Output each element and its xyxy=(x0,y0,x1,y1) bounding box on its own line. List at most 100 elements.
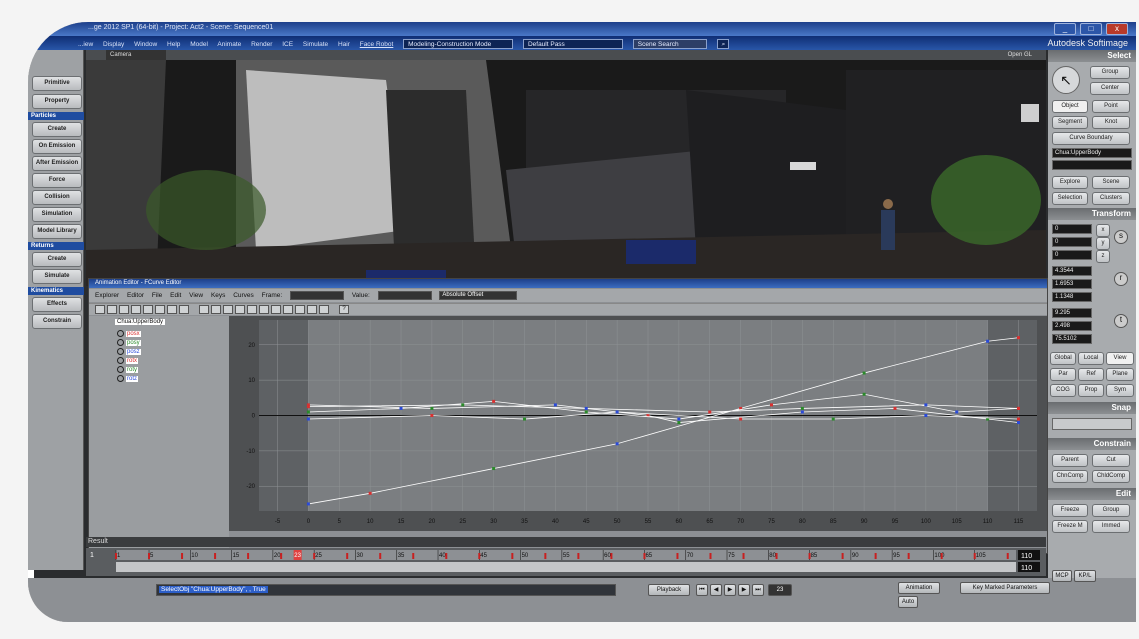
curve-tool-icon-16[interactable] xyxy=(283,305,293,314)
axis-x-button[interactable]: x xyxy=(1096,224,1110,237)
minimize-button[interactable]: _ xyxy=(1054,23,1076,35)
rotate-icon[interactable]: r xyxy=(1114,272,1128,286)
key-marked-button[interactable]: Key Marked Parameters xyxy=(960,582,1050,594)
curve-tool-icon-7[interactable] xyxy=(167,305,177,314)
freeze-button[interactable]: Freeze xyxy=(1052,504,1088,517)
sym-button[interactable]: Sym xyxy=(1106,384,1134,397)
select-arrow-icon[interactable]: ↖ xyxy=(1052,66,1080,94)
force-button[interactable]: Force xyxy=(32,173,82,188)
curve-tool-icon-9[interactable] xyxy=(199,305,209,314)
group-edit-button[interactable]: Group xyxy=(1092,504,1130,517)
curve-tool-icon-19[interactable] xyxy=(319,305,329,314)
curve-tool-icon-17[interactable] xyxy=(295,305,305,314)
help-icon[interactable]: ? xyxy=(339,305,349,314)
selected-object-field[interactable]: Chua:UpperBody xyxy=(1052,148,1132,158)
menu-render[interactable]: Render xyxy=(251,41,272,48)
returns-simulate-button[interactable]: Simulate xyxy=(32,269,82,284)
snap-toggle-icon[interactable] xyxy=(1052,418,1132,430)
frame-input[interactable] xyxy=(290,290,345,300)
play-next-icon[interactable]: ▶ xyxy=(738,584,750,596)
curve-tool-icon-3[interactable] xyxy=(119,305,129,314)
camera-select[interactable]: Camera xyxy=(106,50,166,60)
menu-ice[interactable]: ICE xyxy=(282,41,293,48)
primitive-button[interactable]: Primitive xyxy=(32,76,82,91)
frame-value-field[interactable]: 23 xyxy=(768,584,792,596)
freeze-m-button[interactable]: Freeze M xyxy=(1052,520,1088,533)
menu-hair[interactable]: Hair xyxy=(338,41,350,48)
curve-visibility-icon[interactable] xyxy=(117,366,124,373)
immed-button[interactable]: Immed xyxy=(1092,520,1130,533)
maximize-button[interactable]: □ xyxy=(1080,23,1102,35)
object-button[interactable]: Object xyxy=(1052,100,1088,113)
menu-help[interactable]: Help xyxy=(167,41,180,48)
menu-simulate[interactable]: Simulate xyxy=(303,41,328,48)
kpl-tab[interactable]: KP/L xyxy=(1074,570,1096,582)
rotation-x-field[interactable]: 4.3544 xyxy=(1052,266,1092,276)
chncomp-button[interactable]: ChnComp xyxy=(1052,470,1088,483)
point-button[interactable]: Point xyxy=(1092,100,1130,113)
curve-visibility-icon[interactable] xyxy=(117,339,124,346)
center-button[interactable]: Center xyxy=(1090,82,1130,95)
menu-face-robot[interactable]: Face Robot xyxy=(360,41,394,48)
animation-button[interactable]: Animation xyxy=(898,582,940,594)
curve-tool-icon-13[interactable] xyxy=(247,305,257,314)
tree-item-posx[interactable]: posx xyxy=(117,330,141,338)
curve-visibility-icon[interactable] xyxy=(117,330,124,337)
property-button[interactable]: Property xyxy=(32,94,82,109)
clusters-button[interactable]: Clusters xyxy=(1092,192,1130,205)
parent-button[interactable]: Parent xyxy=(1052,454,1088,467)
group-button[interactable]: Group xyxy=(1090,66,1130,79)
local-button[interactable]: Local xyxy=(1078,352,1104,365)
curve-tool-icon-14[interactable] xyxy=(259,305,269,314)
plane-button[interactable]: Plane xyxy=(1106,368,1134,381)
pass-select[interactable]: Default Pass xyxy=(522,39,623,49)
offset-mode-select[interactable]: Absolute Offset xyxy=(439,290,518,300)
explore-button[interactable]: Explore xyxy=(1052,176,1088,189)
constrain-button[interactable]: Constrain xyxy=(32,314,82,329)
ae-menu-edit[interactable]: Edit xyxy=(170,292,181,299)
translation-y-field[interactable]: 2.498 xyxy=(1052,321,1092,331)
ae-menu-editor[interactable]: Editor xyxy=(127,292,144,299)
auto-button[interactable]: Auto xyxy=(898,596,918,608)
translate-icon[interactable]: t xyxy=(1114,314,1128,328)
axis-z-button[interactable]: z xyxy=(1096,250,1110,263)
curve-visibility-icon[interactable] xyxy=(117,357,124,364)
play-icon[interactable]: ▶ xyxy=(724,584,736,596)
prop-button[interactable]: Prop xyxy=(1078,384,1104,397)
scene-button[interactable]: Scene xyxy=(1092,176,1130,189)
particles-create-button[interactable]: Create xyxy=(32,122,82,137)
collision-button[interactable]: Collision xyxy=(32,190,82,205)
curve-tool-icon-2[interactable] xyxy=(107,305,117,314)
translation-x-field[interactable]: 9.295 xyxy=(1052,308,1092,318)
selection-filter-field[interactable] xyxy=(1052,160,1132,170)
playback-button[interactable]: Playback xyxy=(648,584,690,596)
curve-visibility-icon[interactable] xyxy=(117,348,124,355)
cog-button[interactable]: COG xyxy=(1050,384,1076,397)
fcurve-graph[interactable]: -5 0 5 10 15 20 25 30 35 40 45 50 55 60 65 70 75 80 85 90 95… xyxy=(229,316,1047,531)
rotation-y-field[interactable]: 1.6953 xyxy=(1052,279,1092,289)
segment-button[interactable]: Segment xyxy=(1052,116,1088,129)
3d-viewport[interactable] xyxy=(86,50,1046,286)
view-button[interactable]: View xyxy=(1106,352,1134,365)
rotation-z-field[interactable]: 1.1348 xyxy=(1052,292,1092,302)
play-first-icon[interactable]: ⏮ xyxy=(696,584,708,596)
curve-tool-icon-12[interactable] xyxy=(235,305,245,314)
mcp-tab[interactable]: MCP xyxy=(1052,570,1072,582)
curve-tool-icon-18[interactable] xyxy=(307,305,317,314)
scale-icon[interactable]: s xyxy=(1114,230,1128,244)
curve-visibility-icon[interactable] xyxy=(117,375,124,382)
menu-display[interactable]: Display xyxy=(103,41,124,48)
curve-tool-icon-1[interactable] xyxy=(95,305,105,314)
global-button[interactable]: Global xyxy=(1050,352,1076,365)
cut-button[interactable]: Cut xyxy=(1092,454,1130,467)
play-prev-icon[interactable]: ◀ xyxy=(710,584,722,596)
tree-item-posz[interactable]: posz xyxy=(117,348,141,356)
curve-tool-icon-11[interactable] xyxy=(223,305,233,314)
value-input[interactable] xyxy=(377,290,432,300)
ae-menu-view[interactable]: View xyxy=(189,292,203,299)
menu-window[interactable]: Window xyxy=(134,41,157,48)
scale-x-field[interactable]: 0 xyxy=(1052,224,1092,234)
menu-model[interactable]: Model xyxy=(190,41,208,48)
par-button[interactable]: Par xyxy=(1050,368,1076,381)
ae-menu-file[interactable]: File xyxy=(152,292,162,299)
